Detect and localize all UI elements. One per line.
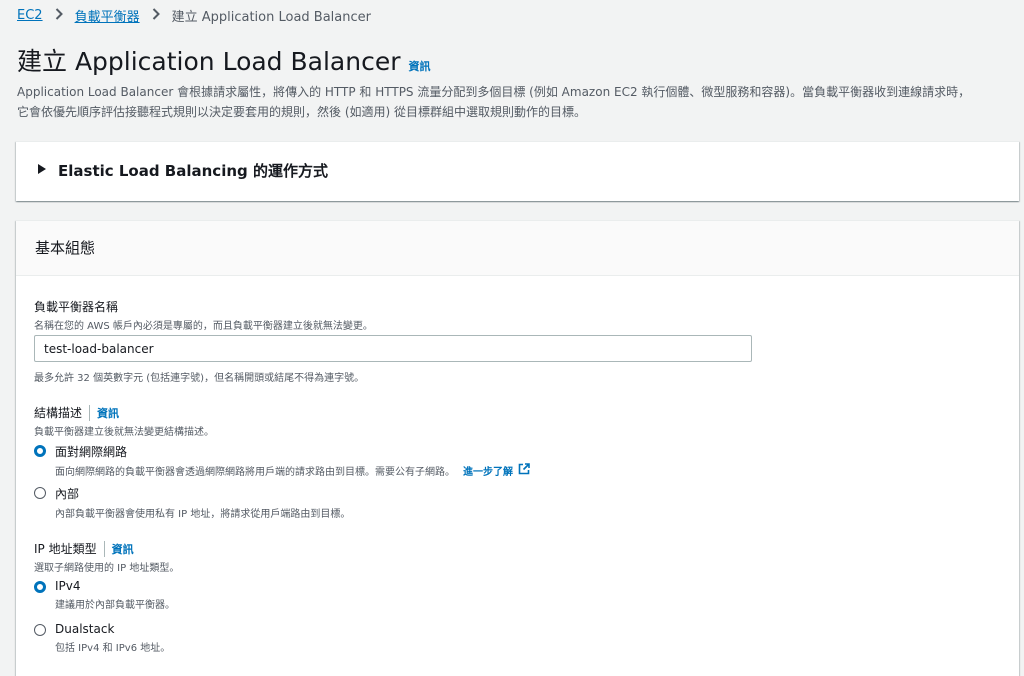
scheme-info-link[interactable]: 資訊: [89, 404, 119, 421]
page-description: Application Load Balancer 會根據請求屬性，將傳入的 H…: [17, 82, 1017, 122]
page-header: 建立 Application Load Balancer 資訊: [17, 42, 430, 78]
scheme-internet-facing-option[interactable]: 面對網際網路 面向網際網路的負載平衡器會透過網際網路將用戶端的請求路由到目標。需…: [34, 443, 530, 478]
breadcrumb-load-balancers-link[interactable]: 負載平衡器: [75, 6, 140, 25]
scheme-internet-facing-radio[interactable]: [34, 445, 46, 457]
page-title: 建立 Application Load Balancer: [17, 47, 401, 76]
scheme-internal-description: 內部負載平衡器會使用私有 IP 地址，將請求從用戶端路由到目標。: [55, 509, 351, 520]
scheme-internal-label: 內部: [55, 487, 80, 501]
lb-name-input[interactable]: [34, 335, 752, 362]
chevron-right-icon: [152, 7, 160, 24]
learn-more-label: 進一步了解: [463, 467, 513, 478]
expander-header[interactable]: Elastic Load Balancing 的運作方式: [38, 160, 328, 181]
scheme-label-row: 結構描述 資訊: [34, 404, 119, 421]
learn-more-link[interactable]: 進一步了解: [463, 463, 530, 478]
scheme-internal-option[interactable]: 內部 內部負載平衡器會使用私有 IP 地址，將請求從用戶端路由到目標。: [34, 485, 350, 520]
breadcrumb-current: 建立 Application Load Balancer: [171, 10, 371, 25]
scheme-internet-facing-label: 面對網際網路: [55, 445, 128, 459]
page-info-link[interactable]: 資訊: [408, 58, 430, 74]
external-link-icon: [518, 463, 530, 478]
basic-config-panel: 基本組態 負載平衡器名稱 名稱在您的 AWS 帳戶內必須是專屬的，而且負載平衡器…: [16, 220, 1019, 676]
scheme-internet-facing-description: 面向網際網路的負載平衡器會透過網際網路將用戶端的請求路由到目標。需要公有子網路。: [55, 467, 455, 478]
breadcrumb: EC2 負載平衡器 建立 Application Load Balancer: [17, 6, 371, 25]
ip-type-info-link[interactable]: 資訊: [103, 540, 134, 557]
expander-title: Elastic Load Balancing 的運作方式: [58, 162, 328, 180]
ip-type-label-row: IP 地址類型 資訊: [34, 540, 134, 557]
breadcrumb-ec2-link[interactable]: EC2: [17, 8, 43, 23]
how-elb-works-expander[interactable]: Elastic Load Balancing 的運作方式: [16, 141, 1019, 201]
basic-config-title: 基本組態: [35, 239, 96, 257]
lb-name-description: 名稱在您的 AWS 帳戶內必須是專屬的，而且負載平衡器建立後就無法變更。: [34, 321, 373, 332]
chevron-right-icon: [55, 7, 63, 24]
basic-config-header: 基本組態: [16, 221, 1019, 276]
scheme-internet-facing-description-row: 面向網際網路的負載平衡器會透過網際網路將用戶端的請求路由到目標。需要公有子網路。…: [55, 463, 530, 478]
ip-type-ipv4-option[interactable]: IPv4 建議用於內部負載平衡器。: [34, 579, 175, 611]
caret-right-icon: [38, 164, 46, 177]
page-description-line-1: Application Load Balancer 會根據請求屬性，將傳入的 H…: [17, 85, 971, 99]
scheme-description: 負載平衡器建立後就無法變更結構描述。: [34, 427, 214, 438]
ip-type-description: 選取子網路使用的 IP 地址類型。: [34, 563, 180, 574]
ip-type-dualstack-option[interactable]: Dualstack 包括 IPv4 和 IPv6 地址。: [34, 622, 170, 654]
scheme-internal-radio[interactable]: [34, 487, 46, 499]
ip-type-dualstack-radio[interactable]: [34, 624, 46, 636]
lb-name-label: 負載平衡器名稱: [34, 300, 119, 314]
ip-type-ipv4-label: IPv4: [55, 579, 81, 593]
page-description-line-2: 它會依優先順序評估接聽程式規則以決定要套用的規則，然後 (如適用) 從目標群組中…: [17, 105, 586, 119]
ip-type-dualstack-description: 包括 IPv4 和 IPv6 地址。: [55, 643, 171, 654]
scheme-label: 結構描述: [34, 406, 83, 420]
lb-name-hint: 最多允許 32 個英數字元 (包括連字號)，但名稱開頭或結尾不得為連字號。: [34, 373, 365, 384]
ip-type-ipv4-description: 建議用於內部負載平衡器。: [55, 600, 175, 611]
ip-type-dualstack-label: Dualstack: [55, 622, 115, 636]
ip-type-label: IP 地址類型: [34, 542, 97, 556]
ip-type-ipv4-radio[interactable]: [34, 581, 46, 593]
